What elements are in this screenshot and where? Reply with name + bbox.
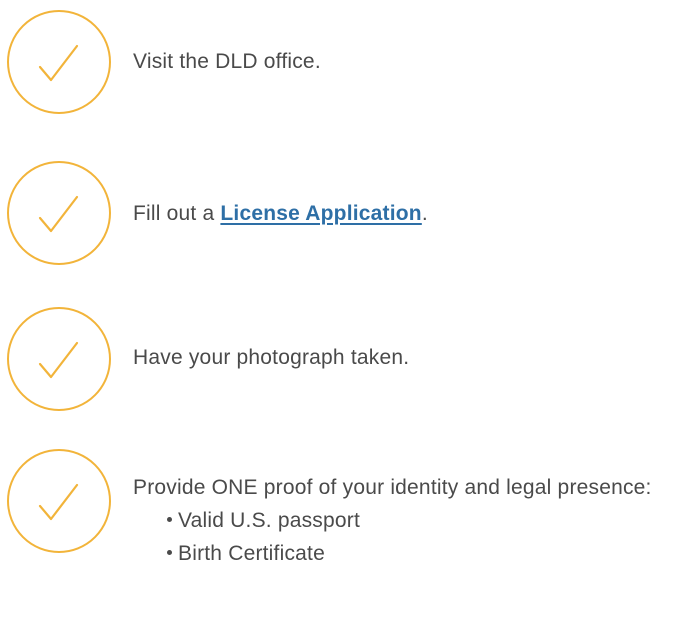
checkmark-circle-icon <box>7 161 111 265</box>
step-4-text: Provide ONE proof of your identity and l… <box>133 476 652 499</box>
checkmark-circle-icon <box>7 307 111 411</box>
list-item-label: Birth Certificate <box>178 542 325 565</box>
step-3-text: Have your photograph taken. <box>133 346 410 369</box>
list-item-label: Valid U.S. passport <box>178 509 360 532</box>
step-2-text: Fill out a License Application. <box>133 197 681 230</box>
step-2: Fill out a License Application. <box>0 161 683 265</box>
bullet-icon <box>167 549 172 555</box>
step-4-content: Provide ONE proof of your identity and l… <box>133 471 681 570</box>
list-item: Valid U.S. passport <box>167 504 681 537</box>
checkmark-circle-icon <box>7 10 111 114</box>
step-1-text: Visit the DLD office. <box>133 50 321 73</box>
step-2-text-after: . <box>421 202 428 225</box>
list-item: Birth Certificate <box>167 537 681 570</box>
step-2-text-before: Fill out a <box>133 202 221 225</box>
step-4: Provide ONE proof of your identity and l… <box>0 449 683 618</box>
id-document-list: Valid U.S. passport Birth Certificate <box>133 504 681 570</box>
bullet-icon <box>167 516 172 522</box>
step-1: Visit the DLD office. <box>0 10 683 114</box>
license-application-link[interactable]: License Application <box>220 202 421 225</box>
step-3: Have your photograph taken. <box>0 307 683 411</box>
checkmark-circle-icon <box>7 449 111 553</box>
